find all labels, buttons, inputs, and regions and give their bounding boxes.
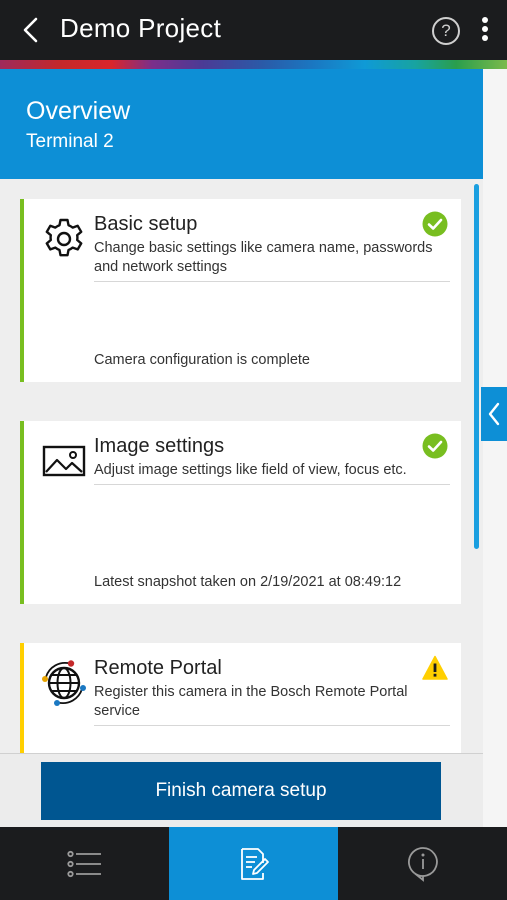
overview-heading: Overview (26, 97, 131, 125)
card-status: Latest snapshot taken on 2/19/2021 at 08… (94, 574, 402, 590)
more-vertical-icon[interactable] (477, 15, 493, 45)
finish-camera-setup-button[interactable]: Finish camera setup (41, 762, 441, 820)
check-circle-icon (422, 211, 448, 237)
globe-network-icon (42, 660, 86, 706)
gear-icon (45, 218, 83, 257)
info-icon (407, 846, 438, 882)
card-divider (94, 281, 450, 282)
action-footer: Finish camera setup (0, 753, 483, 827)
page-title: Demo Project (60, 13, 222, 43)
help-icon[interactable]: ? (432, 17, 460, 45)
bottom-navigation (0, 827, 507, 900)
content-scroll-area[interactable]: Overview Terminal 2 Basic setup Change b… (0, 69, 483, 753)
chevron-left-icon (488, 402, 500, 426)
chevron-left-icon[interactable] (18, 16, 44, 44)
brand-supergraphic (0, 60, 507, 69)
nav-item-edit[interactable] (169, 827, 338, 900)
card-divider (94, 725, 450, 726)
edit-document-icon (240, 847, 269, 880)
card-divider (94, 484, 450, 485)
card-title: Basic setup (94, 213, 198, 235)
card-status: Camera configuration is complete (94, 352, 310, 368)
side-panel-edge (483, 69, 507, 827)
check-circle-icon (422, 433, 448, 459)
overview-subheading: Terminal 2 (26, 131, 114, 152)
card-title: Remote Portal (94, 657, 222, 679)
card-description: Register this camera in the Bosch Remote… (94, 684, 408, 719)
app-header: Demo Project ? (0, 0, 507, 60)
side-panel-toggle[interactable] (481, 387, 507, 441)
nav-item-list[interactable] (0, 827, 169, 900)
list-icon (66, 850, 101, 877)
overview-banner: Overview Terminal 2 (0, 69, 483, 179)
card-description: Change basic settings like camera name, … (94, 240, 433, 275)
card-image-settings[interactable]: Image settings Adjust image settings lik… (20, 421, 461, 604)
card-remote-portal[interactable]: Remote Portal Register this camera in th… (20, 643, 461, 753)
nav-item-info[interactable] (338, 827, 507, 900)
warning-icon (422, 655, 448, 680)
image-icon (42, 445, 86, 477)
card-description: Adjust image settings like field of view… (94, 462, 407, 478)
card-title: Image settings (94, 435, 225, 457)
scrollbar[interactable] (474, 184, 479, 549)
card-basic-setup[interactable]: Basic setup Change basic settings like c… (20, 199, 461, 382)
